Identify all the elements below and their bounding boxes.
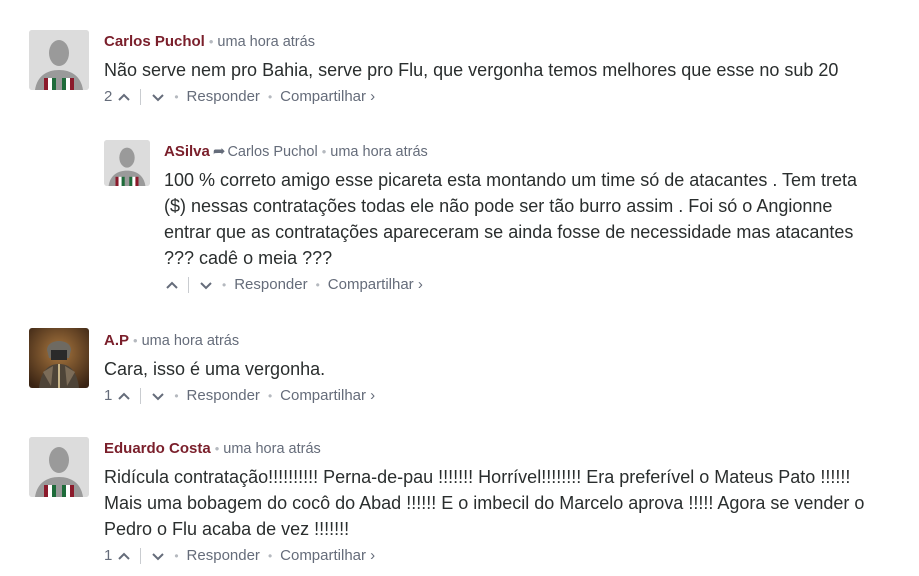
separator-dot: •	[321, 144, 327, 159]
vote-divider	[140, 89, 142, 105]
chevron-up-icon[interactable]	[116, 548, 132, 564]
reply-arrow-icon: ➦	[212, 143, 226, 160]
separator-dot: •	[222, 278, 227, 292]
vote-divider	[140, 388, 142, 404]
timestamp[interactable]: uma hora atrás	[217, 34, 315, 50]
vote-count: 2	[104, 88, 113, 105]
chevron-up-icon[interactable]	[116, 388, 132, 404]
separator-dot: •	[208, 34, 214, 49]
default-avatar-icon	[29, 30, 89, 90]
separator-dot: •	[133, 333, 138, 348]
timestamp[interactable]: uma hora atrás	[142, 333, 240, 349]
separator-dot: •	[214, 441, 220, 456]
comment-text-line: Mais uma bobagem do cocô do Abad !!!!!! …	[104, 493, 865, 513]
author-name[interactable]: A.P	[104, 332, 129, 349]
chevron-down-icon[interactable]	[150, 388, 166, 404]
author-name[interactable]: Eduardo Costa	[104, 440, 211, 457]
separator-dot: •	[315, 278, 320, 292]
reply-button[interactable]: Responder	[187, 546, 260, 566]
comment-text: Não serve nem pro Bahia, serve pro Flu, …	[104, 60, 839, 80]
vote-divider	[188, 277, 189, 293]
separator-dot: •	[174, 549, 179, 563]
chevron-down-icon[interactable]	[150, 548, 166, 564]
vote-count: 1	[104, 387, 113, 404]
avatar[interactable]	[29, 30, 89, 90]
avatar[interactable]	[29, 328, 89, 388]
comment-text-line: ??? cadê o meia ???	[164, 248, 333, 268]
chevron-up-icon[interactable]	[116, 89, 132, 105]
separator-dot: •	[267, 389, 273, 403]
separator-dot: •	[267, 549, 273, 563]
avatar[interactable]	[29, 437, 89, 497]
timestamp[interactable]: uma hora atrás	[223, 441, 321, 457]
warrior-avatar-icon	[29, 328, 89, 388]
share-button[interactable]: Compartilhar ›	[280, 546, 375, 566]
comment-text: Cara, isso é uma vergonha.	[104, 359, 326, 379]
author-name[interactable]: ASilva	[164, 143, 210, 160]
share-button[interactable]: Compartilhar ›	[280, 386, 375, 406]
comment-footer: 1 • Responder • Compartilhar ›	[104, 546, 909, 566]
default-avatar-icon	[29, 437, 89, 497]
avatar[interactable]	[104, 140, 150, 186]
reply-target-name[interactable]: Carlos Puchol	[227, 144, 317, 160]
comment-text-line: Pedro o Flu acaba de vez !!!!!!!	[104, 519, 350, 539]
chevron-up-icon[interactable]	[164, 277, 180, 293]
chevron-down-icon[interactable]	[198, 277, 214, 293]
comment-text-line: Ridícula contratação!!!!!!!!!! Perna-de-…	[104, 467, 851, 487]
comment-text-line: entrar que as contratações apareceram se…	[164, 222, 854, 242]
reply-button[interactable]: Responder	[187, 87, 260, 107]
comment-text: Ridícula contratação!!!!!!!!!! Perna-de-…	[104, 464, 909, 542]
reply-button[interactable]: Responder	[234, 275, 307, 295]
separator-dot: •	[174, 90, 179, 104]
comment-footer: 2 • Responder • Compartilhar ›	[104, 87, 904, 107]
comment-text-line: 100 % correto amigo esse picareta esta m…	[164, 170, 858, 190]
share-button[interactable]: Compartilhar ›	[328, 275, 423, 295]
vote-divider	[140, 548, 142, 564]
comment-footer: 1 • Responder • Compartilhar ›	[104, 386, 904, 406]
share-button[interactable]: Compartilhar ›	[280, 87, 375, 107]
separator-dot: •	[174, 389, 179, 403]
comment-footer: • Responder • Compartilhar ›	[164, 275, 904, 295]
separator-dot: •	[267, 90, 273, 104]
comment-text-line: ($) nessas contratações todas ele não po…	[164, 196, 833, 216]
author-name[interactable]: Carlos Puchol	[104, 33, 205, 50]
comment-text: 100 % correto amigo esse picareta esta m…	[164, 167, 904, 271]
reply-button[interactable]: Responder	[187, 386, 260, 406]
timestamp[interactable]: uma hora atrás	[330, 144, 428, 160]
vote-count: 1	[104, 547, 113, 564]
default-avatar-icon	[104, 140, 150, 186]
chevron-down-icon[interactable]	[150, 89, 166, 105]
